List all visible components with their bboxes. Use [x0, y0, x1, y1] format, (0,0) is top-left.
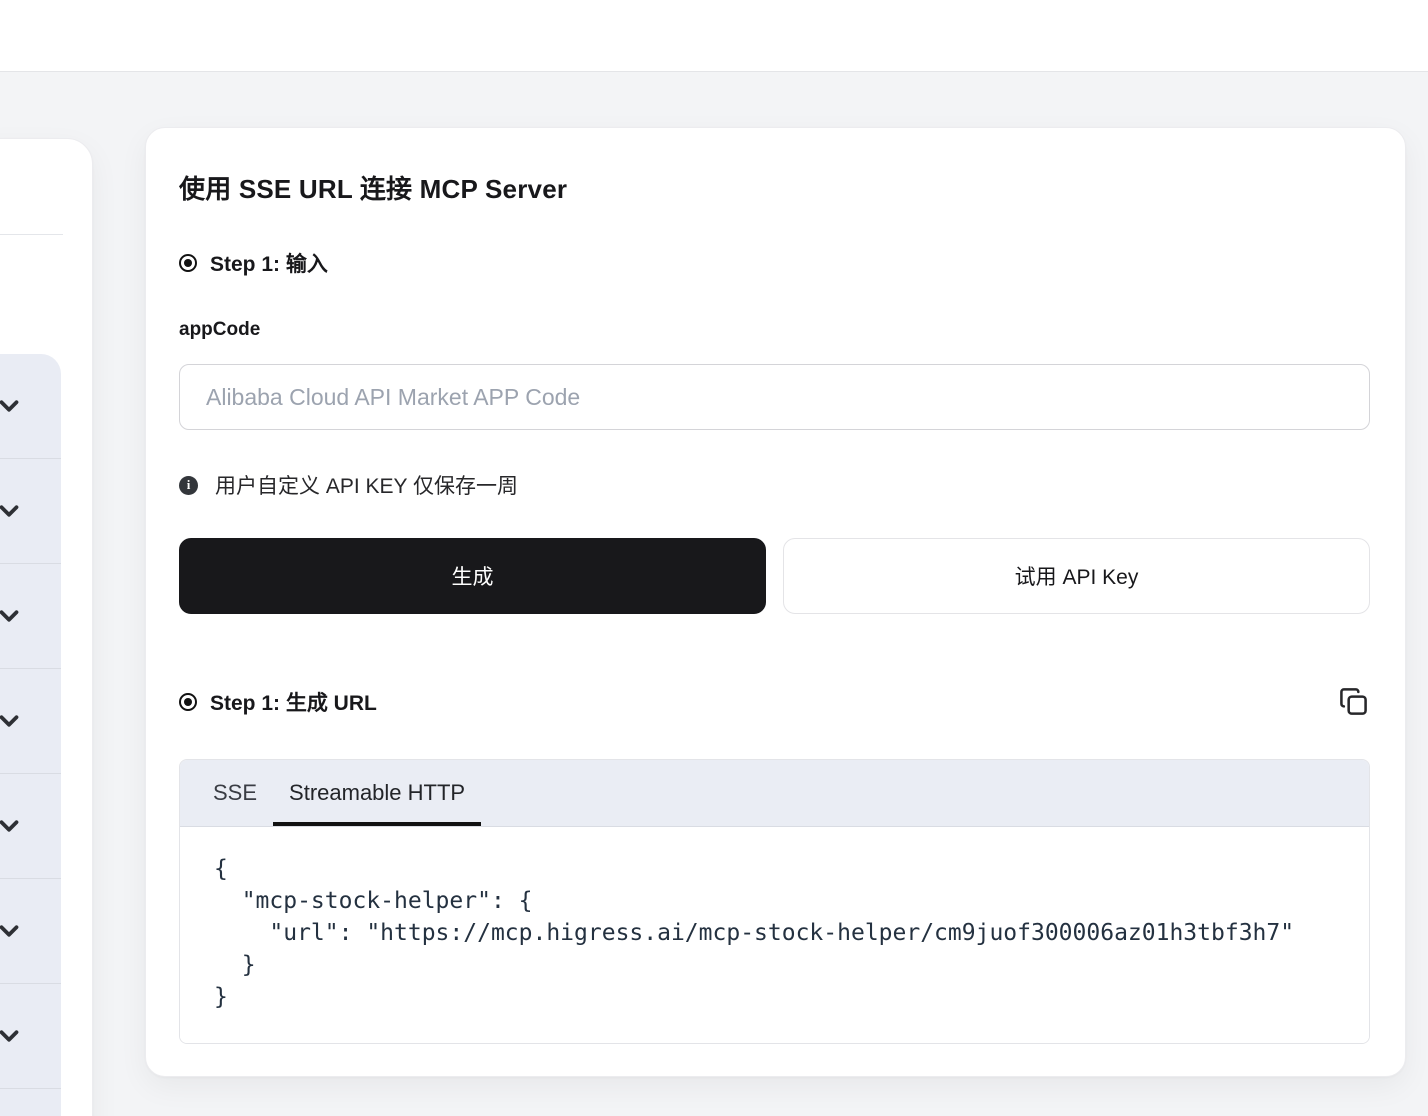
- chevron-down-icon: [0, 811, 24, 841]
- mcp-connect-panel: 使用 SSE URL 连接 MCP Server Step 1: 输入 appC…: [145, 127, 1406, 1077]
- hint-text: 用户自定义 API KEY 仅保存一周: [215, 475, 518, 498]
- step1-header: Step 1: 输入: [179, 248, 1370, 278]
- tab-bar: SSE Streamable HTTP: [180, 760, 1369, 827]
- hint-row: i 用户自定义 API KEY 仅保存一周: [179, 470, 1370, 500]
- chevron-down-icon: [0, 391, 24, 421]
- step-radio-icon: [179, 254, 197, 272]
- generate-button[interactable]: 生成: [179, 538, 766, 614]
- copy-icon: [1339, 688, 1368, 719]
- sidebar-accordion-item[interactable]: [0, 564, 61, 669]
- panel-title: 使用 SSE URL 连接 MCP Server: [179, 174, 568, 204]
- sidebar-accordion-item[interactable]: [0, 879, 61, 984]
- step2-header: Step 1: 生成 URL: [179, 685, 1370, 718]
- chevron-down-icon: [0, 496, 24, 526]
- step2-label: Step 1: 生成 URL: [210, 691, 377, 715]
- sidebar-accordion-item[interactable]: [0, 459, 61, 564]
- chevron-down-icon: [0, 916, 24, 946]
- sidebar-accordion-item[interactable]: [0, 669, 61, 774]
- tab[interactable]: SSE: [197, 760, 273, 826]
- sidebar-accordion-item[interactable]: [0, 1089, 61, 1116]
- url-config-box: SSE Streamable HTTP { "mcp-stock-helper":…: [179, 759, 1370, 1044]
- chevron-down-icon: [0, 1021, 24, 1051]
- step1-label: Step 1: 输入: [210, 253, 328, 276]
- chevron-down-icon: [0, 601, 24, 631]
- tab[interactable]: Streamable HTTP: [273, 760, 482, 826]
- copy-button[interactable]: [1337, 685, 1370, 718]
- button-row: 生成 试用 API Key: [179, 538, 1370, 614]
- chevron-down-icon: [0, 706, 24, 736]
- page: 使用 SSE URL 连接 MCP Server Step 1: 输入 appC…: [0, 0, 1428, 1116]
- sidebar-accordion-item[interactable]: [0, 984, 61, 1089]
- sidebar-divider: [0, 234, 63, 235]
- info-icon: i: [179, 475, 198, 495]
- code-block: { "mcp-stock-helper": { "url": "https://…: [180, 827, 1369, 1043]
- try-api-key-button[interactable]: 试用 API Key: [783, 538, 1370, 614]
- sidebar-accordion: [0, 354, 61, 1116]
- sidebar-accordion-item[interactable]: [0, 774, 61, 879]
- appcode-input[interactable]: [179, 364, 1370, 430]
- top-strip: [0, 0, 1428, 72]
- step-radio-icon: [179, 692, 197, 711]
- appcode-label: appCode: [179, 319, 261, 340]
- sidebar-accordion-item[interactable]: [0, 354, 61, 459]
